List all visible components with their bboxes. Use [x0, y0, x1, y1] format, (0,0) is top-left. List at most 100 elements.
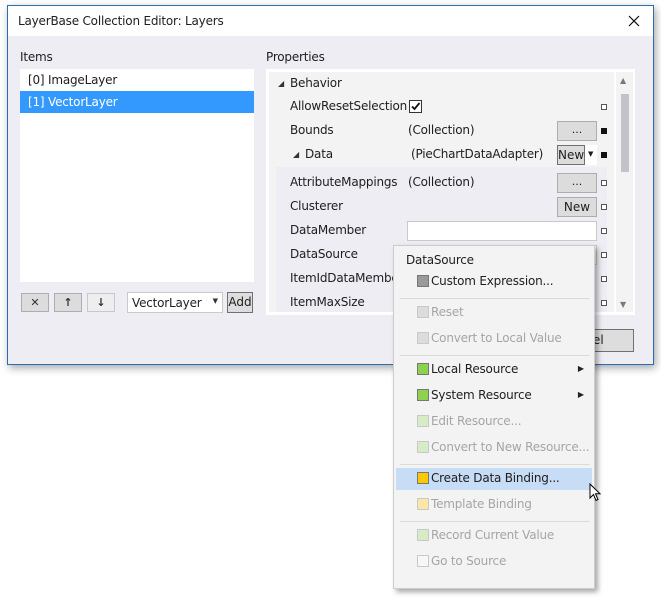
property-marker[interactable] [601, 128, 607, 134]
collapse-triangle-icon: ◢ [278, 79, 285, 88]
convert-new-resource-swatch-icon [417, 441, 429, 453]
menu-item-edit-resource[interactable]: Edit Resource... [396, 411, 592, 433]
menu-item-system-resource[interactable]: System Resource ▶ [396, 385, 592, 407]
data-source-context-menu: DataSource Custom Expression... Reset Co… [393, 245, 595, 589]
items-list[interactable]: [0] ImageLayer [1] VectorLayer [20, 69, 254, 282]
menu-item-label: Go to Source [431, 554, 507, 568]
property-name: AttributeMappings [290, 175, 398, 189]
list-item-vector-layer[interactable]: [1] VectorLayer [20, 91, 254, 113]
category-label: Behavior [290, 76, 342, 90]
items-label: Items [20, 50, 53, 64]
add-button[interactable]: Add [227, 292, 253, 313]
scroll-up-arrow-icon[interactable]: ▲ [620, 76, 626, 85]
menu-item-label: Convert to New Resource... [431, 440, 590, 454]
arrow-down-icon: ↓ [96, 296, 106, 309]
menu-item-convert-to-new-resource[interactable]: Convert to New Resource... [396, 437, 592, 459]
property-row: Clusterer New [269, 195, 614, 219]
remove-x-icon: ✕ [30, 296, 40, 309]
go-to-source-swatch-icon [417, 555, 429, 567]
clusterer-new-button[interactable]: New [557, 197, 597, 217]
menu-item-label: Edit Resource... [431, 414, 522, 428]
attribute-mappings-edit-button[interactable]: ... [557, 173, 597, 193]
property-value: (Collection) [408, 123, 475, 137]
mouse-pointer-icon [589, 483, 602, 502]
create-data-binding-swatch-icon [417, 472, 429, 484]
bounds-edit-button[interactable]: ... [557, 121, 597, 141]
property-row: Bounds (Collection) ... [269, 119, 614, 143]
layer-type-combo[interactable]: VectorLayer ▼ [127, 292, 223, 313]
menu-item-local-resource[interactable]: Local Resource ▶ [396, 359, 592, 381]
reset-swatch-icon [417, 306, 429, 318]
menu-item-label: Template Binding [431, 497, 532, 511]
menu-item-label: Local Resource [431, 362, 519, 376]
menu-separator [400, 355, 590, 356]
chevron-down-icon: ▼ [588, 150, 594, 158]
menu-item-template-binding[interactable]: Template Binding [396, 494, 592, 516]
menu-item-custom-expression[interactable]: Custom Expression... [396, 271, 592, 293]
property-name: AllowResetSelection [290, 99, 408, 113]
category-behavior[interactable]: ◢ Behavior [269, 72, 614, 96]
property-marker[interactable] [601, 180, 607, 186]
custom-expression-swatch-icon [417, 275, 429, 287]
arrow-up-icon: ↑ [63, 296, 73, 309]
close-button[interactable] [625, 12, 643, 30]
local-resource-swatch-icon [417, 363, 429, 375]
convert-local-swatch-icon [417, 332, 429, 344]
window-title: LayerBase Collection Editor: Layers [18, 14, 224, 28]
property-marker[interactable] [601, 228, 607, 234]
edit-resource-swatch-icon [417, 415, 429, 427]
menu-separator [400, 464, 590, 465]
list-item-image-layer[interactable]: [0] ImageLayer [20, 69, 254, 91]
property-name: ItemMaxSize [290, 295, 365, 309]
close-icon [628, 15, 640, 27]
checkmark-icon [411, 102, 421, 111]
remove-item-button[interactable]: ✕ [21, 293, 49, 312]
property-marker[interactable] [601, 300, 607, 306]
collapse-triangle-icon[interactable]: ◢ [293, 150, 299, 159]
menu-item-label: Record Current Value [431, 528, 555, 542]
property-row: AttributeMappings (Collection) ... [269, 171, 614, 195]
menu-item-go-to-source[interactable]: Go to Source [396, 551, 592, 573]
scroll-down-arrow-icon[interactable]: ▼ [620, 300, 626, 309]
property-name: Bounds [290, 123, 334, 137]
allow-reset-selection-checkbox[interactable] [409, 100, 422, 113]
move-up-button[interactable]: ↑ [54, 293, 82, 312]
menu-item-label: Create Data Binding... [431, 471, 560, 485]
property-name: DataMember [290, 223, 367, 237]
property-name: Data [305, 147, 333, 161]
data-member-input[interactable] [407, 221, 597, 241]
menu-item-record-current-value[interactable]: Record Current Value [396, 525, 592, 547]
menu-item-reset[interactable]: Reset [396, 302, 592, 324]
menu-item-label: Convert to Local Value [431, 331, 562, 345]
menu-item-label: System Resource [431, 388, 532, 402]
system-resource-swatch-icon [417, 389, 429, 401]
property-name: Clusterer [290, 199, 343, 213]
scroll-thumb[interactable] [621, 94, 629, 172]
data-new-dropdown[interactable]: ▼ [585, 145, 597, 165]
data-new-button[interactable]: New [557, 145, 585, 165]
record-value-swatch-icon [417, 529, 429, 541]
context-menu-header: DataSource [406, 253, 474, 267]
vertical-scrollbar[interactable]: ▲ ▼ [616, 72, 633, 312]
property-marker[interactable] [601, 276, 607, 282]
menu-separator [400, 521, 590, 522]
menu-item-create-data-binding[interactable]: Create Data Binding... [396, 468, 592, 490]
property-marker[interactable] [601, 104, 607, 110]
chevron-down-icon: ▼ [212, 297, 218, 305]
property-marker[interactable] [601, 152, 607, 158]
menu-item-convert-to-local-value[interactable]: Convert to Local Value [396, 328, 592, 350]
title-bar: LayerBase Collection Editor: Layers [8, 6, 653, 36]
property-row: AllowResetSelection [269, 95, 614, 119]
submenu-arrow-icon: ▶ [577, 390, 584, 399]
property-row: DataMember [269, 219, 614, 243]
menu-separator [400, 298, 590, 299]
move-down-button[interactable]: ↓ [87, 293, 115, 312]
property-row: ◢ Data (PieChartDataAdapter) New ▼ [269, 143, 614, 167]
layer-type-value: VectorLayer [132, 296, 202, 310]
property-name: ItemIdDataMember [290, 271, 404, 285]
property-marker[interactable] [601, 204, 607, 210]
submenu-arrow-icon: ▶ [577, 364, 584, 373]
property-marker[interactable] [601, 252, 607, 258]
property-value: (PieChartDataAdapter) [411, 147, 544, 161]
menu-item-label: Custom Expression... [431, 274, 554, 288]
